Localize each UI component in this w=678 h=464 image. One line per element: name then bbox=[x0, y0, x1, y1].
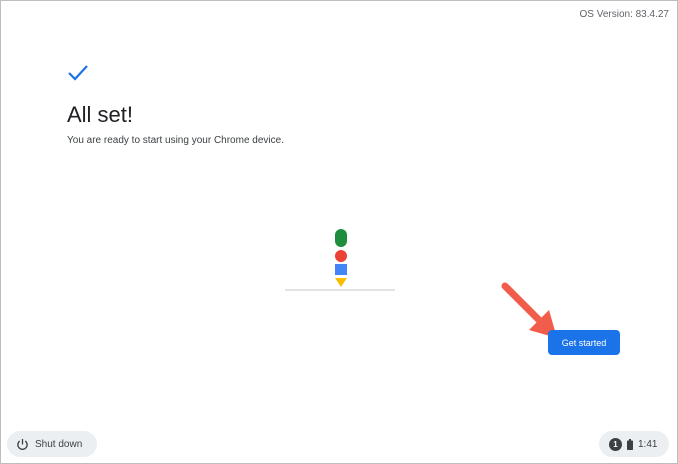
get-started-button[interactable]: Get started bbox=[548, 330, 620, 355]
battery-icon bbox=[627, 438, 633, 450]
os-version-label: OS Version: 83.4.27 bbox=[579, 9, 669, 20]
page-title: All set! bbox=[67, 102, 134, 127]
shutdown-label: Shut down bbox=[35, 438, 83, 450]
shutdown-button[interactable]: Shut down bbox=[7, 431, 97, 457]
illustration-yellow-triangle bbox=[335, 278, 347, 287]
checkmark-icon bbox=[68, 65, 88, 81]
power-icon bbox=[17, 438, 28, 450]
illustration-green-pill bbox=[335, 229, 347, 247]
google-illustration bbox=[285, 229, 395, 291]
page-subtitle: You are ready to start using your Chrome… bbox=[67, 135, 284, 146]
notification-badge: 1 bbox=[609, 437, 622, 451]
illustration-blue-square bbox=[335, 264, 347, 275]
oobe-screen: OS Version: 83.4.27 All set! You are rea… bbox=[0, 0, 678, 464]
illustration-red-circle bbox=[335, 250, 347, 262]
status-tray[interactable]: 1 1:41 bbox=[599, 431, 669, 457]
clock-time: 1:41 bbox=[638, 438, 658, 450]
